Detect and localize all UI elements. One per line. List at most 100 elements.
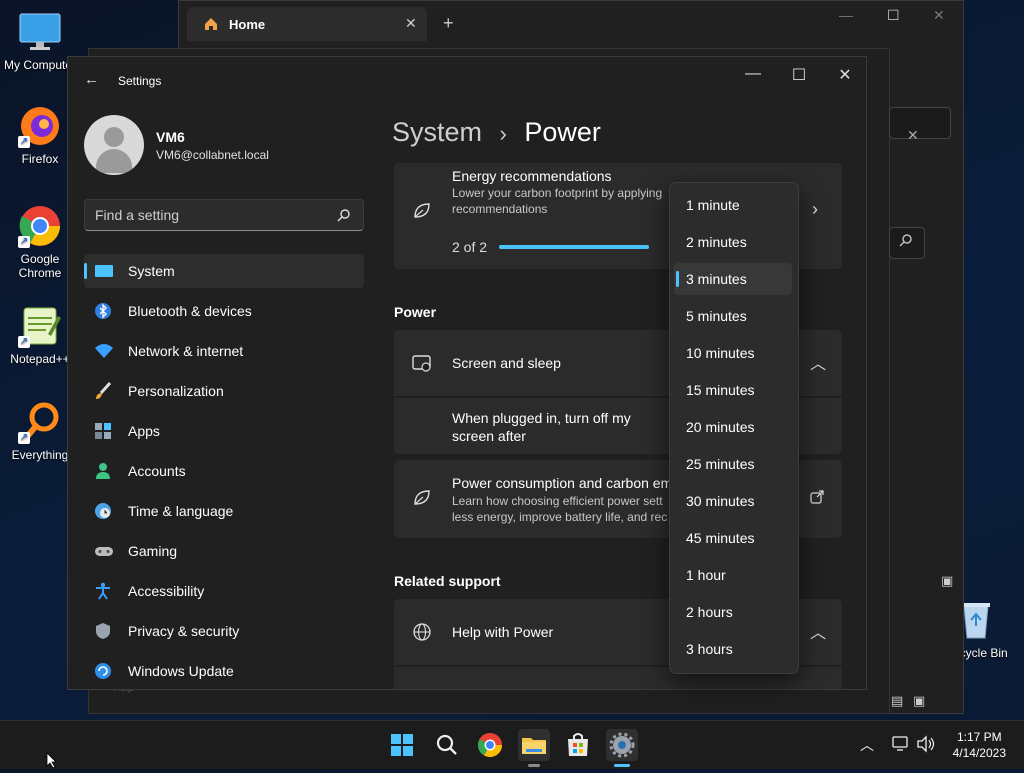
- close-icon[interactable]: ✕: [933, 7, 945, 24]
- clock-date: 4/14/2023: [952, 746, 1006, 760]
- minimize-icon[interactable]: —: [730, 65, 776, 83]
- taskbar-settings[interactable]: [606, 729, 638, 767]
- close-icon[interactable]: ✕: [907, 127, 919, 144]
- section-related-support: Related support: [394, 573, 501, 589]
- page-title: Power: [524, 117, 601, 147]
- wifi-icon: [94, 342, 113, 360]
- paintbrush-icon: [94, 381, 112, 400]
- sidebar-item-system[interactable]: System: [84, 254, 364, 288]
- screen-sleep-icon: [412, 353, 432, 373]
- gamepad-icon: [94, 542, 113, 560]
- dropdown-option-label: 45 minutes: [686, 530, 755, 546]
- sidebar-item-accounts[interactable]: Accounts: [84, 454, 364, 488]
- progress-fill: [499, 245, 649, 249]
- dropdown-option[interactable]: 3 minutes: [674, 263, 792, 295]
- progress-text: 2 of 2: [452, 239, 488, 255]
- avatar[interactable]: [84, 115, 144, 175]
- taskbar-store[interactable]: [562, 729, 594, 761]
- dropdown-option[interactable]: 2 hours: [674, 596, 792, 628]
- chevron-up-icon: ︿: [810, 625, 827, 642]
- volume-icon[interactable]: [916, 735, 936, 758]
- search-icon: [436, 734, 457, 755]
- user-email: VM6@collabnet.local: [156, 148, 269, 162]
- accessibility-icon: [94, 582, 112, 600]
- close-icon[interactable]: ✕: [822, 65, 866, 85]
- system-clock[interactable]: 1:17 PM 4/14/2023: [953, 729, 1006, 761]
- sidebar-item-gaming[interactable]: Gaming: [84, 534, 364, 568]
- view-icon[interactable]: ▣: [941, 573, 953, 589]
- taskbar-search-button[interactable]: [430, 729, 462, 761]
- dropdown-option-label: 20 minutes: [686, 419, 755, 435]
- dropdown-option[interactable]: 30 minutes: [674, 485, 792, 517]
- sidebar-item-bluetooth[interactable]: Bluetooth & devices: [84, 294, 364, 328]
- dropdown-option-label: 25 minutes: [686, 456, 755, 472]
- sidebar-item-privacy[interactable]: Privacy & security: [84, 614, 364, 648]
- shortcut-arrow-icon: ↗: [18, 336, 30, 348]
- chevron-up-icon: ︿: [810, 356, 827, 373]
- dropdown-option[interactable]: 25 minutes: [674, 448, 792, 480]
- search-input[interactable]: Find a setting: [84, 199, 364, 231]
- search-icon: [899, 233, 913, 252]
- dropdown-option[interactable]: 1 hour: [674, 559, 792, 591]
- search-icon: [337, 208, 351, 227]
- apps-grid-icon: [94, 422, 112, 440]
- screen-timeout-dropdown[interactable]: 1 minute 2 minutes 3 minutes 5 minutes 10 mi…: [669, 182, 799, 674]
- dropdown-option[interactable]: 45 minutes: [674, 522, 792, 554]
- dropdown-option-label: 3 hours: [686, 641, 733, 657]
- chevron-up-icon[interactable]: ︿: [860, 735, 874, 755]
- sidebar-item-accessibility[interactable]: Accessibility: [84, 574, 364, 608]
- tab-title: Home: [229, 17, 266, 32]
- ghost-input: [889, 107, 951, 139]
- dropdown-option[interactable]: 2 minutes: [674, 226, 792, 258]
- section-power: Power: [394, 304, 437, 320]
- mouse-cursor-icon: [46, 752, 58, 773]
- back-arrow-icon[interactable]: ←: [84, 71, 99, 88]
- breadcrumb-parent[interactable]: System: [392, 117, 482, 147]
- dropdown-option[interactable]: 1 minute: [674, 189, 792, 221]
- tab-home[interactable]: Home ✕: [187, 7, 427, 41]
- details-view-icon[interactable]: ▤: [891, 693, 903, 709]
- window-title: Settings: [118, 74, 162, 88]
- dropdown-option-label: 5 minutes: [686, 308, 747, 324]
- bluetooth-icon: [94, 302, 112, 320]
- folder-icon: [522, 738, 546, 754]
- dropdown-option-label: 10 minutes: [686, 345, 755, 361]
- progress-bar: [499, 245, 649, 249]
- selection-indicator: [676, 271, 679, 287]
- leaf-icon: [412, 201, 432, 221]
- minimize-icon[interactable]: —: [839, 7, 853, 23]
- taskbar-chrome[interactable]: [474, 729, 506, 761]
- update-icon: [94, 662, 112, 680]
- clock-globe-icon: [94, 502, 112, 520]
- open-external-icon: [810, 490, 824, 509]
- sidebar-item-personalization[interactable]: Personalization: [84, 374, 364, 408]
- maximize-icon[interactable]: ☐: [887, 7, 900, 24]
- shortcut-arrow-icon: ↗: [18, 432, 30, 444]
- dropdown-option[interactable]: 3 hours: [674, 633, 792, 665]
- close-tab-icon[interactable]: ✕: [405, 15, 417, 32]
- dropdown-option-label: 2 minutes: [686, 234, 747, 250]
- monitor-icon: [18, 10, 62, 54]
- dropdown-option-label: 3 minutes: [686, 271, 747, 287]
- dropdown-option[interactable]: 10 minutes: [674, 337, 792, 369]
- dropdown-option[interactable]: 15 minutes: [674, 374, 792, 406]
- chrome-icon: [477, 733, 502, 758]
- start-button[interactable]: [386, 729, 418, 761]
- network-icon[interactable]: [892, 735, 910, 758]
- dropdown-option[interactable]: 20 minutes: [674, 411, 792, 443]
- sidebar-item-time-language[interactable]: Time & language: [84, 494, 364, 528]
- home-icon: [203, 16, 219, 37]
- search-placeholder: Find a setting: [95, 207, 180, 223]
- dropdown-option-label: 1 hour: [686, 567, 726, 583]
- sidebar-item-apps[interactable]: Apps: [84, 414, 364, 448]
- sidebar-item-network[interactable]: Network & internet: [84, 334, 364, 368]
- magnifier-icon: ↗: [18, 400, 62, 444]
- sidebar-item-windows-update[interactable]: Windows Update: [84, 654, 364, 688]
- dropdown-option-label: 30 minutes: [686, 493, 755, 509]
- new-tab-icon[interactable]: +: [443, 13, 454, 34]
- tiles-view-icon[interactable]: ▣: [913, 693, 925, 709]
- taskbar-file-explorer[interactable]: [518, 729, 550, 767]
- windows-logo-icon: [391, 734, 413, 756]
- maximize-icon[interactable]: ☐: [776, 65, 822, 85]
- dropdown-option[interactable]: 5 minutes: [674, 300, 792, 332]
